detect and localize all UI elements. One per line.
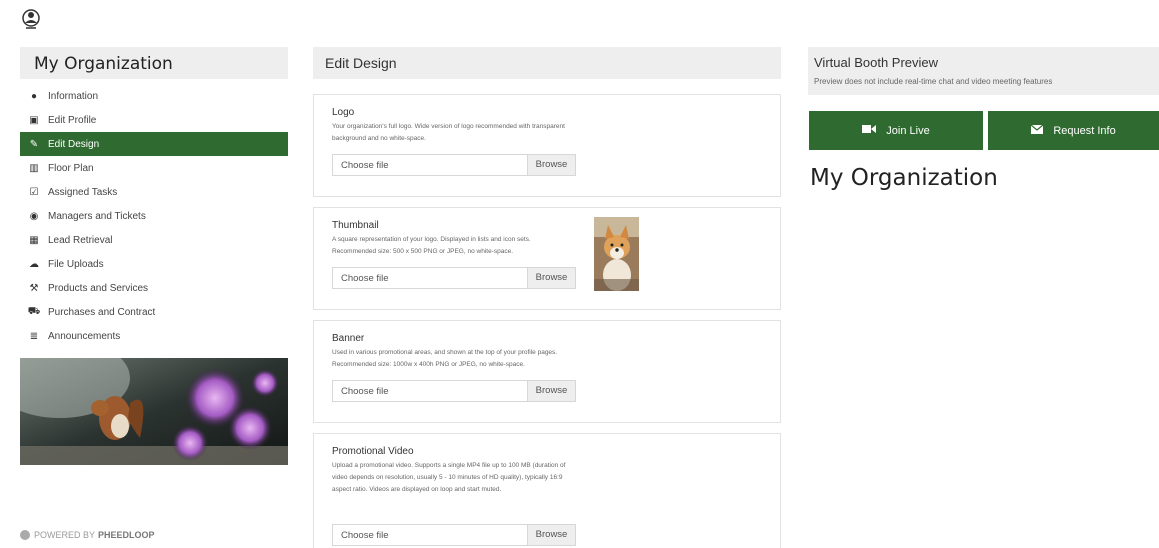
sidebar-item-label: Managers and Tickets bbox=[48, 210, 146, 222]
sidebar-item-label: Edit Profile bbox=[48, 114, 97, 126]
join-live-button[interactable]: Join Live bbox=[809, 111, 983, 150]
sidebar-menu: ● Information ▣ Edit Profile ✎ Edit Desi… bbox=[20, 84, 288, 348]
sidebar-title: My Organization bbox=[34, 54, 173, 74]
sidebar-item-label: Floor Plan bbox=[48, 162, 94, 174]
envelope-icon bbox=[1030, 124, 1044, 137]
user-circle-icon: ◉ bbox=[29, 210, 39, 222]
sidebar-item-file-uploads[interactable]: ☁ File Uploads bbox=[20, 252, 288, 276]
sidebar-item-label: File Uploads bbox=[48, 258, 104, 270]
request-info-label: Request Info bbox=[1053, 124, 1116, 137]
section-title: Promotional Video bbox=[332, 446, 414, 457]
sidebar-item-label: Lead Retrieval bbox=[48, 234, 113, 246]
sidebar-item-label: Announcements bbox=[48, 330, 121, 342]
preview-header: Virtual Booth Preview Preview does not i… bbox=[808, 47, 1159, 95]
sidebar-item-label: Edit Design bbox=[48, 138, 100, 150]
promotional-video-section: Promotional Video Upload a promotional v… bbox=[313, 433, 781, 548]
sidebar-item-announcements[interactable]: ≣ Announcements bbox=[20, 324, 288, 348]
cloud-upload-icon: ☁ bbox=[29, 258, 39, 270]
section-description: Your organization's full logo. Wide vers… bbox=[332, 123, 565, 142]
browse-button[interactable]: Browse bbox=[527, 268, 575, 288]
cart-icon: ⛟ bbox=[27, 305, 41, 317]
sidebar-item-assigned-tasks[interactable]: ☑ Assigned Tasks bbox=[20, 180, 288, 204]
sidebar-item-edit-design[interactable]: ✎ Edit Design bbox=[20, 132, 288, 156]
file-placeholder: Choose file bbox=[341, 273, 389, 284]
thumbnail-section: Thumbnail A square representation of you… bbox=[313, 207, 781, 310]
sidebar-item-information[interactable]: ● Information bbox=[20, 84, 288, 108]
sidebar-item-purchases-and-contract[interactable]: ⛟ Purchases and Contract bbox=[20, 300, 288, 324]
file-placeholder: Choose file bbox=[341, 160, 389, 171]
section-title: Banner bbox=[332, 333, 365, 344]
video-file-input[interactable]: Choose file Browse bbox=[332, 524, 576, 546]
page-title: Edit Design bbox=[325, 55, 397, 71]
section-description: A square representation of your logo. Di… bbox=[332, 236, 531, 255]
section-description: Used in various promotional areas, and s… bbox=[332, 349, 558, 368]
map-icon: ▥ bbox=[29, 162, 39, 174]
file-placeholder: Choose file bbox=[341, 530, 389, 541]
edit-design-header: Edit Design bbox=[313, 47, 781, 79]
edit-icon: ▣ bbox=[29, 114, 39, 126]
qr-icon: ▦ bbox=[29, 234, 39, 246]
list-icon: ≣ bbox=[29, 330, 39, 342]
sidebar-item-floor-plan[interactable]: ▥ Floor Plan bbox=[20, 156, 288, 180]
browse-button[interactable]: Browse bbox=[527, 381, 575, 401]
powered-prefix: POWERED BY bbox=[34, 530, 96, 540]
sidebar-item-lead-retrieval[interactable]: ▦ Lead Retrieval bbox=[20, 228, 288, 252]
banner-image bbox=[20, 358, 288, 465]
thumbnail-image bbox=[594, 217, 639, 291]
join-live-label: Join Live bbox=[886, 124, 930, 137]
browse-button[interactable]: Browse bbox=[527, 525, 575, 545]
section-description: Upload a promotional video. Supports a s… bbox=[332, 462, 566, 493]
pheedloop-icon bbox=[20, 530, 30, 540]
sidebar-item-label: Assigned Tasks bbox=[48, 186, 118, 198]
banner-section: Banner Used in various promotional areas… bbox=[313, 320, 781, 423]
video-camera-icon bbox=[862, 124, 877, 137]
sidebar-header: My Organization bbox=[20, 47, 288, 79]
wrench-icon: ⚒ bbox=[29, 282, 39, 294]
logo-section: Logo Your organization's full logo. Wide… bbox=[313, 94, 781, 197]
section-title: Thumbnail bbox=[332, 220, 379, 231]
sidebar-item-edit-profile[interactable]: ▣ Edit Profile bbox=[20, 108, 288, 132]
file-placeholder: Choose file bbox=[341, 386, 389, 397]
check-square-icon: ☑ bbox=[29, 186, 39, 198]
preview-title: Virtual Booth Preview bbox=[814, 55, 939, 70]
section-title: Logo bbox=[332, 107, 355, 118]
thumbnail-file-input[interactable]: Choose file Browse bbox=[332, 267, 576, 289]
preview-subtitle: Preview does not include real-time chat … bbox=[814, 77, 1053, 86]
preview-org-name: My Organization bbox=[810, 165, 998, 191]
powered-brand: PHEEDLOOP bbox=[98, 530, 155, 540]
request-info-button[interactable]: Request Info bbox=[988, 111, 1159, 150]
logo-file-input[interactable]: Choose file Browse bbox=[332, 154, 576, 176]
browse-button[interactable]: Browse bbox=[527, 155, 575, 175]
sidebar-item-label: Products and Services bbox=[48, 282, 149, 294]
powered-by[interactable]: POWERED BY PHEEDLOOP bbox=[20, 530, 155, 540]
sidebar-item-label: Information bbox=[48, 90, 99, 102]
sidebar-item-products-and-services[interactable]: ⚒ Products and Services bbox=[20, 276, 288, 300]
banner-file-input[interactable]: Choose file Browse bbox=[332, 380, 576, 402]
sidebar-item-label: Purchases and Contract bbox=[48, 306, 156, 318]
sidebar-item-managers-and-tickets[interactable]: ◉ Managers and Tickets bbox=[20, 204, 288, 228]
org-logo-icon[interactable] bbox=[20, 8, 42, 30]
brush-icon: ✎ bbox=[29, 138, 39, 150]
info-icon: ● bbox=[30, 90, 38, 102]
